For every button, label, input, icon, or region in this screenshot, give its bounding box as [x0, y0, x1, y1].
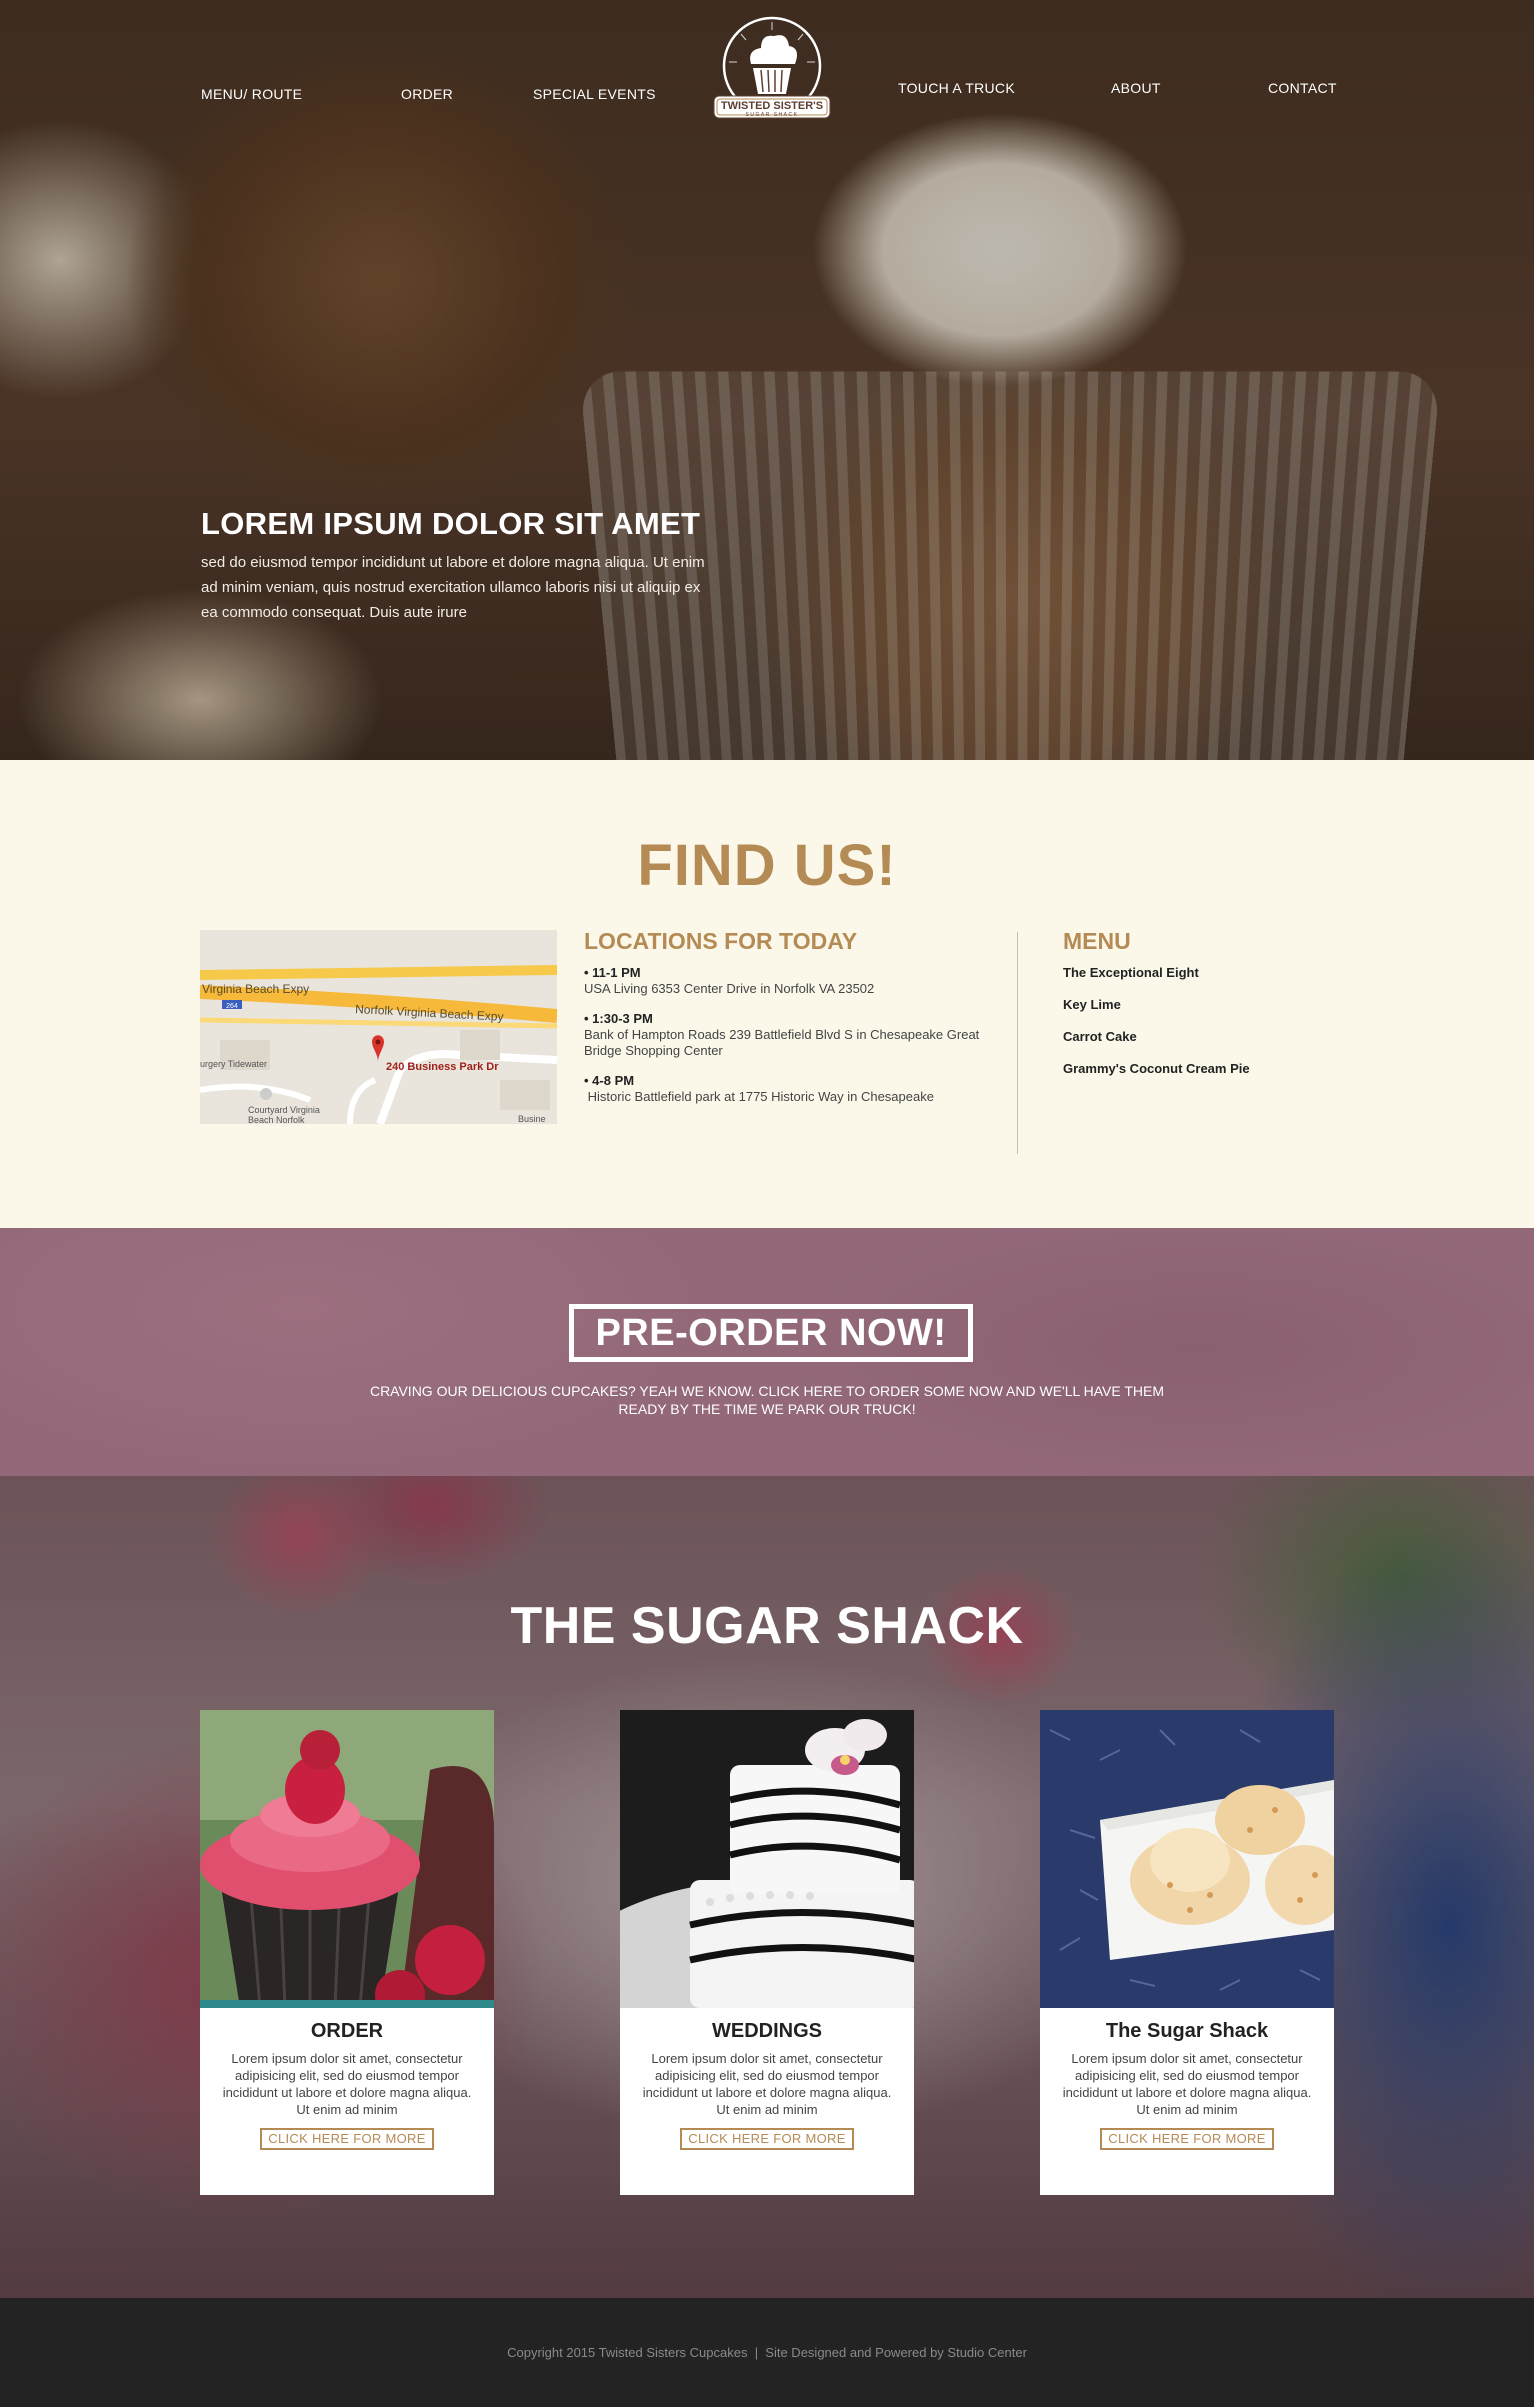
locations-panel: LOCATIONS FOR TODAY • 11-1 PM USA Living…: [584, 928, 1004, 1119]
sugar-shack-title: THE SUGAR SHACK: [510, 1597, 1024, 1655]
nav-menu-route[interactable]: MENU/ ROUTE: [201, 86, 302, 102]
location-item: • 4-8 PM Historic Battlefield park at 17…: [584, 1073, 1004, 1105]
card-more-button[interactable]: CLICK HERE FOR MORE: [260, 2128, 434, 2150]
map-poi-4: Busine: [518, 1114, 546, 1124]
nav-contact[interactable]: CONTACT: [1268, 80, 1337, 96]
cupcake-logo-icon: TWISTED SISTER'S SUGAR SHACK: [713, 16, 831, 119]
location-time: 11-1 PM: [592, 965, 641, 980]
sugar-shack-section: THE SUGAR SHACK ORDER Lorem ipsum dolor …: [0, 1476, 1534, 2298]
hero-body: sed do eiusmod tempor incididunt ut labo…: [201, 554, 705, 621]
logo-subtitle: SUGAR SHACK: [746, 112, 799, 118]
hero-section: MENU/ ROUTE ORDER SPECIAL EVENTS TOUCH A…: [0, 0, 1534, 760]
card-more-button[interactable]: CLICK HERE FOR MORE: [680, 2128, 854, 2150]
map-poi-3: Beach Norfolk: [248, 1115, 305, 1124]
locations-title: LOCATIONS FOR TODAY: [584, 928, 858, 954]
footer-text: Copyright 2015 Twisted Sisters Cupcakes …: [507, 2345, 1027, 2360]
map-pin-label: 240 Business Park Dr: [386, 1061, 499, 1073]
menu-item[interactable]: The Exceptional Eight: [1063, 965, 1363, 980]
preorder-button[interactable]: PRE-ORDER NOW!: [569, 1304, 973, 1362]
weddings-card: WEDDINGS Lorem ipsum dolor sit amet, con…: [620, 1710, 914, 2195]
macaroon-image: [1040, 1710, 1334, 2008]
menu-item[interactable]: Carrot Cake: [1063, 1029, 1363, 1044]
map-highway-shield: 264: [226, 1003, 238, 1010]
map-poi-1: urgery Tidewater: [200, 1059, 267, 1069]
location-time: 1:30-3 PM: [592, 1011, 653, 1026]
find-us-section: FIND US! Virginia Beach Expy Norfolk Vir…: [0, 760, 1534, 1228]
preorder-text: CRAVING OUR DELICIOUS CUPCAKES? YEAH WE …: [369, 1383, 1165, 1417]
preorder-section: PRE-ORDER NOW! CRAVING OUR DELICIOUS CUP…: [0, 1228, 1534, 1476]
card-title: ORDER: [310, 2020, 384, 2042]
site-logo[interactable]: TWISTED SISTER'S SUGAR SHACK: [711, 12, 833, 132]
location-item: • 11-1 PM USA Living 6353 Center Drive i…: [584, 965, 1004, 997]
menu-item[interactable]: Key Lime: [1063, 997, 1363, 1012]
order-card: ORDER Lorem ipsum dolor sit amet, consec…: [200, 1710, 494, 2195]
location-time: 4-8 PM: [592, 1073, 635, 1088]
card-text: Lorem ipsum dolor sit amet, consectetur …: [642, 2051, 892, 2117]
nav-special-events[interactable]: SPECIAL EVENTS: [533, 86, 656, 102]
card-more-button[interactable]: CLICK HERE FOR MORE: [1100, 2128, 1274, 2150]
card-title: WEDDINGS: [712, 2020, 822, 2042]
card-text: Lorem ipsum dolor sit amet, consectetur …: [1062, 2051, 1312, 2117]
nav-order[interactable]: ORDER: [401, 86, 453, 102]
nav-touch-a-truck[interactable]: TOUCH A TRUCK: [898, 80, 1015, 96]
location-address: USA Living 6353 Center Drive in Norfolk …: [584, 981, 875, 996]
card-title: The Sugar Shack: [1105, 2020, 1269, 2042]
nav-about[interactable]: ABOUT: [1111, 80, 1161, 96]
map-road-label-1: Virginia Beach Expy: [202, 982, 309, 996]
hero-text: LOREM IPSUM DOLOR SIT AMET sed do eiusmo…: [201, 506, 721, 625]
map-poi-2: Courtyard Virginia: [248, 1105, 320, 1115]
column-divider: [1017, 932, 1018, 1154]
location-address: Historic Battlefield park at 1775 Histor…: [584, 1089, 934, 1104]
find-us-title: FIND US!: [637, 833, 897, 898]
logo-title: TWISTED SISTER'S: [721, 100, 823, 112]
hero-title: LOREM IPSUM DOLOR SIT AMET: [201, 506, 701, 541]
site-footer: Copyright 2015 Twisted Sisters Cupcakes …: [0, 2298, 1534, 2407]
menu-item[interactable]: Grammy's Coconut Cream Pie: [1063, 1061, 1363, 1076]
location-address: Bank of Hampton Roads 239 Battlefield Bl…: [584, 1027, 980, 1058]
menu-panel: MENU The Exceptional Eight Key Lime Carr…: [1063, 928, 1363, 1093]
wedding-cake-image: [620, 1710, 914, 2008]
raspberry-cupcake-image: [200, 1710, 494, 2008]
card-text: Lorem ipsum dolor sit amet, consectetur …: [222, 2051, 472, 2117]
location-item: • 1:30-3 PM Bank of Hampton Roads 239 Ba…: [584, 1011, 1004, 1059]
location-map[interactable]: Virginia Beach Expy Norfolk Virginia Bea…: [200, 930, 557, 1124]
sugar-shack-card: The Sugar Shack Lorem ipsum dolor sit am…: [1040, 1710, 1334, 2195]
menu-title: MENU: [1063, 928, 1131, 954]
